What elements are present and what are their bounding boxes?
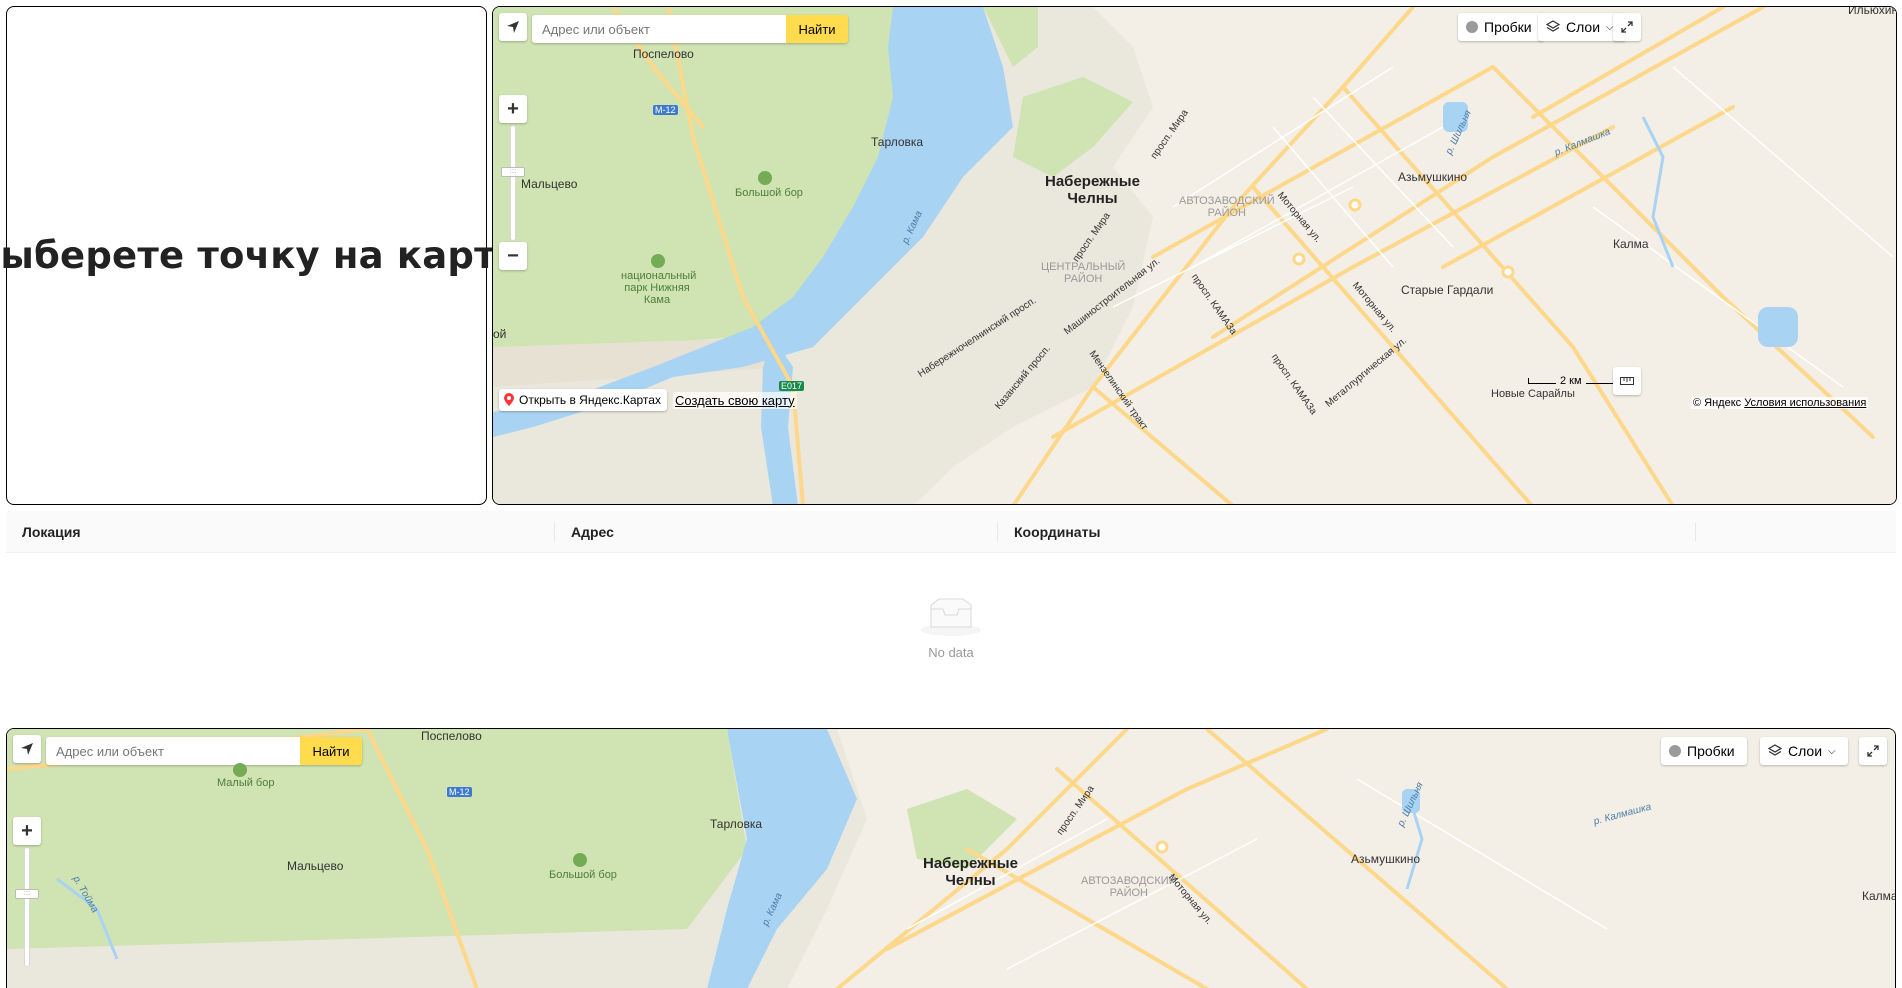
map-scale: 2 км	[1528, 375, 1614, 387]
chevron-down-icon: ⌵	[1828, 745, 1836, 757]
search-input[interactable]	[46, 737, 300, 765]
lake	[1443, 102, 1468, 132]
prompt-panel: Выберете точку на карте	[0, 6, 521, 505]
copyright-brand: © Яндекс	[1693, 397, 1742, 409]
interchange	[1501, 265, 1515, 279]
column-separator	[1695, 523, 1696, 541]
ruler-icon	[1620, 377, 1634, 385]
map-pin-icon	[504, 393, 514, 406]
column-header-location: Локация	[6, 511, 555, 552]
interchange	[1292, 252, 1306, 266]
zoom-out-button[interactable]: −	[499, 242, 527, 270]
prompt-heading: Выберете точку на карте	[0, 234, 522, 277]
layers-label: Слои	[1566, 19, 1601, 35]
open-in-yandex-label: Открыть в Яндекс.Картах	[519, 393, 661, 407]
table-header: Локация Адрес Координаты	[6, 511, 1896, 553]
traffic-light-icon	[1466, 21, 1478, 33]
search-button[interactable]: Найти	[300, 737, 362, 765]
geolocation-icon	[507, 21, 519, 33]
layers-button[interactable]: Слои ⌵	[1760, 737, 1848, 765]
fullscreen-button[interactable]	[1859, 737, 1887, 765]
fullscreen-button[interactable]	[1613, 13, 1641, 41]
lake	[792, 814, 814, 839]
geolocation-button[interactable]	[13, 735, 41, 763]
lake	[1758, 307, 1798, 347]
map-search-box[interactable]: Найти	[46, 737, 362, 765]
interchange	[1348, 198, 1362, 212]
zoom-slider-track[interactable]	[510, 125, 516, 241]
layers-label: Слои	[1788, 743, 1823, 759]
column-header-address: Адрес	[555, 511, 998, 552]
traffic-label: Пробки	[1687, 743, 1735, 759]
search-input[interactable]	[532, 15, 786, 43]
zoom-in-button[interactable]: +	[13, 817, 41, 845]
map-search-box[interactable]: Найти	[532, 15, 848, 43]
column-header-coordinates: Координаты	[998, 511, 1696, 552]
locations-table: Локация Адрес Координаты No data	[6, 511, 1896, 703]
scale-label: 2 км	[1560, 375, 1582, 387]
interchange	[1155, 840, 1169, 854]
geolocation-icon	[21, 743, 33, 755]
layers-icon	[1768, 744, 1782, 756]
plus-icon: +	[507, 97, 519, 120]
plus-icon: +	[21, 819, 33, 842]
traffic-button[interactable]: Пробки	[1458, 13, 1544, 41]
empty-text: No data	[928, 644, 974, 660]
open-in-yandex-button[interactable]: Открыть в Яндекс.Картах	[499, 389, 667, 411]
ruler-button[interactable]	[1613, 367, 1641, 395]
empty-inbox-icon	[921, 598, 981, 636]
zoom-slider-track[interactable]	[24, 847, 30, 967]
geolocation-button[interactable]	[499, 13, 527, 41]
traffic-button[interactable]: Пробки	[1661, 737, 1747, 765]
zoom-slider-handle[interactable]: ::::	[15, 889, 39, 899]
map-canvas[interactable]	[7, 729, 1896, 988]
expand-icon	[1867, 745, 1879, 757]
map-secondary[interactable]: Найти Пробки Слои ⌵ + :::: Поспелово Мал…	[6, 728, 1896, 988]
column-header-label: Локация	[22, 523, 81, 540]
table-empty-state: No data	[6, 553, 1896, 703]
column-header-label: Адрес	[571, 523, 614, 540]
terms-link[interactable]: Условия использования	[1744, 397, 1866, 409]
search-button[interactable]: Найти	[786, 15, 848, 43]
zoom-slider-handle[interactable]: ::::	[501, 167, 525, 177]
map-bottom-bar: Открыть в Яндекс.Картах Создать свою кар…	[499, 389, 797, 411]
traffic-label: Пробки	[1484, 19, 1532, 35]
minus-icon: −	[507, 244, 519, 267]
column-header-label: Координаты	[1014, 523, 1101, 540]
map-copyright: © Яндекс Условия использования	[1691, 397, 1869, 409]
layers-icon	[1546, 20, 1560, 32]
zoom-in-button[interactable]: +	[499, 95, 527, 123]
expand-icon	[1621, 21, 1633, 33]
lake	[1402, 789, 1420, 813]
scale-bar-right	[1585, 378, 1614, 384]
traffic-light-icon	[1669, 745, 1681, 757]
map-canvas[interactable]	[493, 7, 1897, 505]
scale-bar-left	[1528, 378, 1556, 384]
create-map-link[interactable]: Создать свою карту	[672, 391, 797, 409]
map-primary[interactable]: Найти Пробки Слои ⌵ + :::: − Открыть в Я…	[492, 6, 1897, 505]
